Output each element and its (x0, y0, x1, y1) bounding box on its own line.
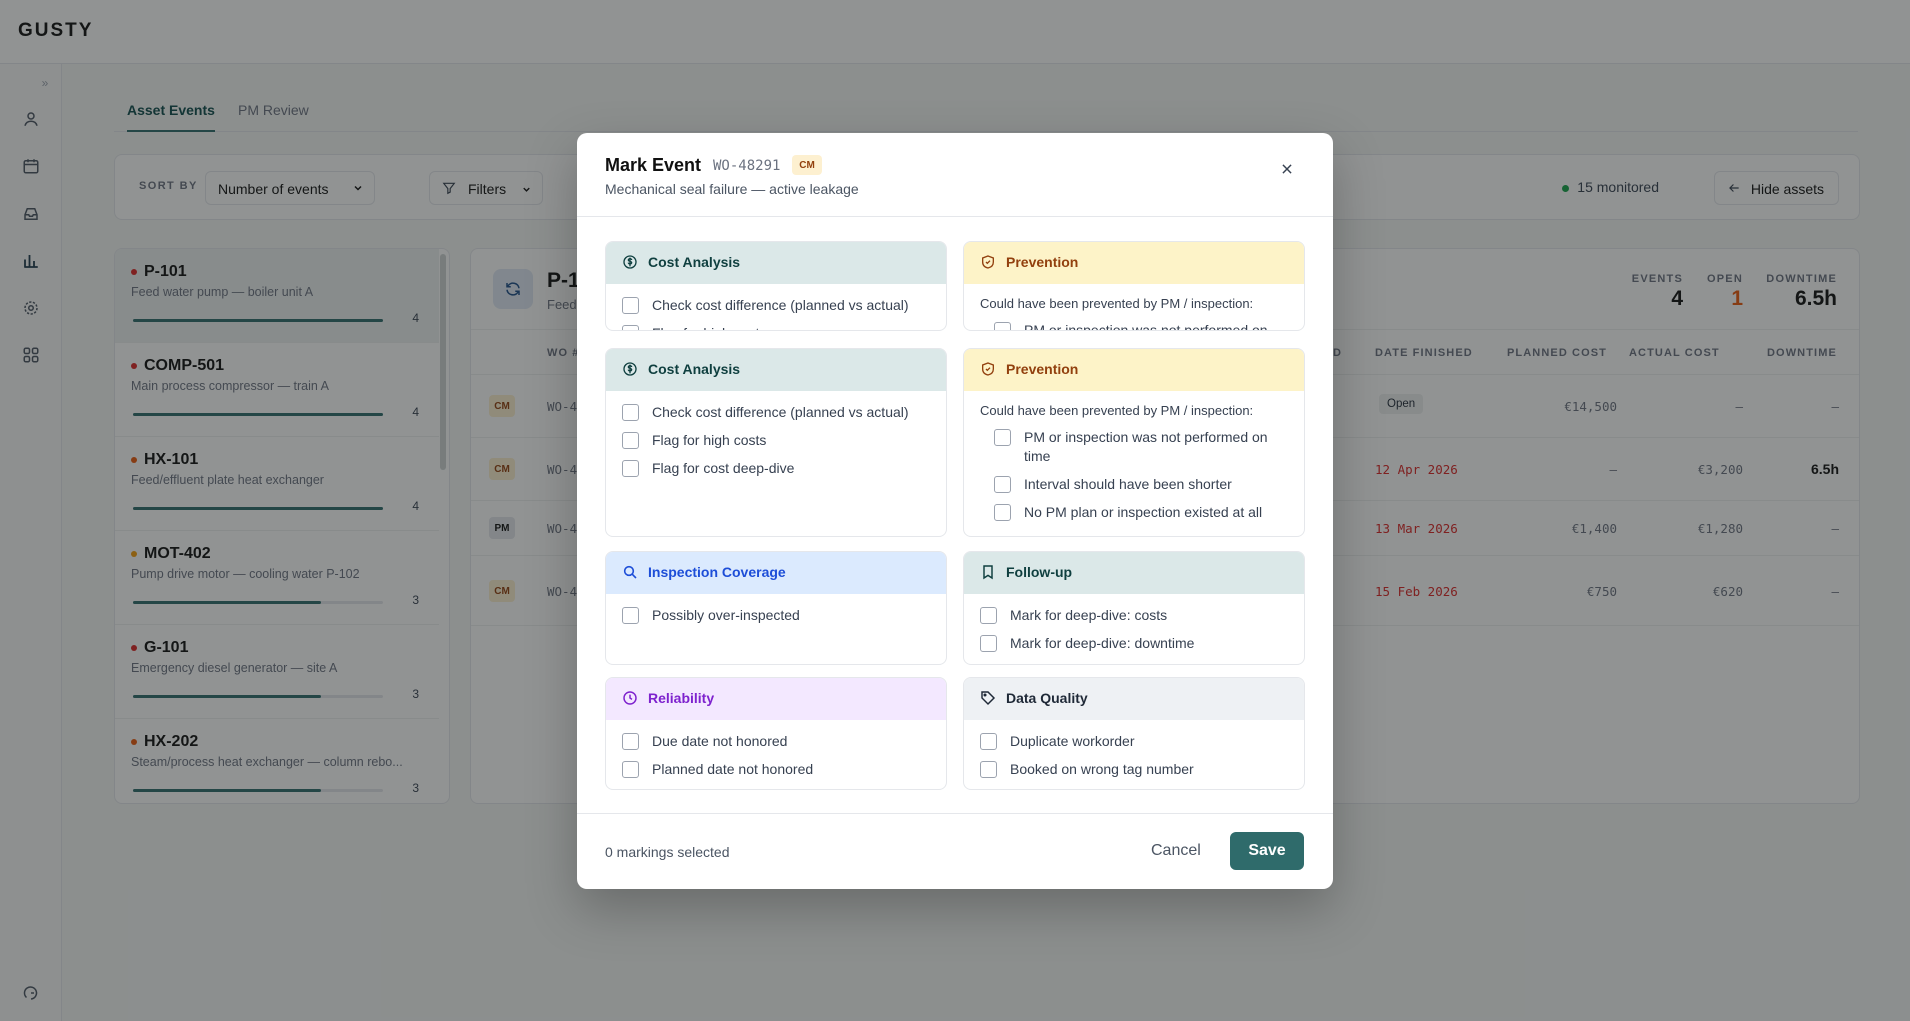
checkbox-due-date[interactable]: Due date not honored (622, 732, 930, 751)
mark-event-dialog: Mark Event WO-48291 CM Mechanical seal f… (577, 133, 1333, 889)
card-title: Prevention (1006, 254, 1079, 270)
checkbox-label: Check cost difference (planned vs actual… (652, 404, 909, 420)
dialog-header: Mark Event WO-48291 CM Mechanical seal f… (577, 133, 1333, 217)
checkbox-label: Flag for high costs (652, 325, 766, 330)
card-header: Data Quality (964, 678, 1304, 720)
checkbox-box (622, 325, 639, 330)
checkbox-box (994, 504, 1011, 521)
checkbox-label: Flag for cost deep-dive (652, 460, 795, 476)
checkbox-box (994, 476, 1011, 493)
checkbox-cost-difference[interactable]: Check cost difference (planned vs actual… (622, 403, 930, 422)
checkbox-label: Mark for deep-dive: costs (1010, 607, 1168, 623)
checkbox-box (994, 322, 1011, 330)
prevention-note: Could have been prevented by PM / inspec… (980, 296, 1254, 311)
checkbox-pm-not-performed[interactable]: PM or inspection was not performed on ti… (994, 321, 1288, 331)
checkbox-label: Booked on wrong tag number (1010, 761, 1194, 777)
card-header: Prevention (964, 242, 1304, 284)
prevention-card-clipped: Prevention Could have been prevented by … (963, 241, 1305, 331)
work-order-number: WO-48291 (713, 158, 781, 174)
dollar-icon (622, 361, 638, 377)
checkbox-over-inspected[interactable]: Possibly over-inspected (622, 606, 930, 625)
checkbox-deep-dive-costs[interactable]: Mark for deep-dive: costs (980, 606, 1288, 625)
shield-icon (980, 361, 996, 377)
checkbox-box (622, 761, 639, 778)
checkbox-planned-date[interactable]: Planned date not honored (622, 760, 930, 779)
close-icon[interactable] (1277, 159, 1297, 179)
card-title: Reliability (648, 690, 715, 706)
shield-icon (980, 254, 996, 270)
checkbox-box (622, 297, 639, 314)
checkbox-label: No PM plan or inspection existed at all (1024, 504, 1263, 520)
prevention-note: Could have been prevented by PM / inspec… (980, 403, 1254, 418)
selection-count: 0 markings selected (605, 844, 730, 860)
dialog-footer: 0 markings selected Cancel Save (577, 813, 1333, 889)
checkbox-label: Check cost difference (planned vs actual… (652, 297, 909, 313)
dialog-subtitle: Mechanical seal failure — active leakage (605, 181, 859, 197)
checkbox-box (622, 733, 639, 750)
checkbox-high-costs[interactable]: Flag for high costs (622, 431, 930, 450)
checkbox-wrong-tag[interactable]: Booked on wrong tag number (980, 760, 1288, 779)
checkbox-cost-difference[interactable]: Check cost difference (planned vs actual… (622, 296, 930, 315)
data-quality-card: Data Quality Duplicate workorder Booked … (963, 677, 1305, 790)
card-title: Follow-up (1006, 564, 1073, 580)
cancel-button[interactable]: Cancel (1151, 842, 1201, 860)
checkbox-cost-deep-dive[interactable]: Flag for cost deep-dive (622, 459, 930, 478)
checkbox-box (622, 460, 639, 477)
search-icon (622, 564, 638, 580)
card-title: Cost Analysis (648, 361, 741, 377)
checkbox-label: Planned date not honored (652, 761, 814, 777)
card-title: Data Quality (1006, 690, 1088, 706)
checkbox-label: Duplicate workorder (1010, 733, 1135, 749)
follow-up-card: Follow-up Mark for deep-dive: costs Mark… (963, 551, 1305, 665)
inspection-coverage-card: Inspection Coverage Possibly over-inspec… (605, 551, 947, 665)
checkbox-label: Mark for deep-dive: downtime (1010, 635, 1195, 651)
dialog-title: Mark Event (605, 155, 702, 175)
card-header: Cost Analysis (606, 242, 946, 284)
cost-analysis-card-clipped: Cost Analysis Check cost difference (pla… (605, 241, 947, 331)
card-header: Cost Analysis (606, 349, 946, 391)
cost-analysis-card: Cost Analysis Check cost difference (pla… (605, 348, 947, 537)
reliability-card: Reliability Due date not honored Planned… (605, 677, 947, 790)
card-header: Follow-up (964, 552, 1304, 594)
checkbox-label: Due date not honored (652, 733, 788, 749)
checkbox-pm-not-performed[interactable]: PM or inspection was not performed on ti… (994, 428, 1288, 466)
checkbox-interval-shorter[interactable]: Interval should have been shorter (994, 475, 1288, 494)
checkbox-box (980, 761, 997, 778)
bookmark-icon (980, 564, 996, 580)
checkbox-high-costs[interactable]: Flag for high costs (622, 324, 930, 330)
dollar-icon (622, 254, 638, 270)
checkbox-no-pm-plan[interactable]: No PM plan or inspection existed at all (994, 503, 1288, 522)
checkbox-deep-dive-downtime[interactable]: Mark for deep-dive: downtime (980, 634, 1288, 653)
clock-icon (622, 690, 638, 706)
checkbox-box (622, 607, 639, 624)
card-title: Cost Analysis (648, 254, 741, 270)
checkbox-box (622, 404, 639, 421)
checkbox-box (980, 607, 997, 624)
checkbox-label: Possibly over-inspected (652, 607, 800, 623)
checkbox-box (980, 635, 997, 652)
prevention-card: Prevention Could have been prevented by … (963, 348, 1305, 537)
checkbox-box (980, 733, 997, 750)
card-header: Prevention (964, 349, 1304, 391)
checkbox-box (622, 432, 639, 449)
checkbox-label: PM or inspection was not performed on ti… (1024, 429, 1268, 464)
type-badge: CM (792, 155, 822, 175)
card-header: Reliability (606, 678, 946, 720)
checkbox-label: Interval should have been shorter (1024, 476, 1232, 492)
checkbox-box (994, 429, 1011, 446)
checkbox-duplicate-workorder[interactable]: Duplicate workorder (980, 732, 1288, 751)
checkbox-label: PM or inspection was not performed on ti… (1024, 322, 1268, 331)
save-button[interactable]: Save (1230, 832, 1304, 870)
card-title: Inspection Coverage (648, 564, 786, 580)
tag-icon (980, 690, 996, 706)
card-title: Prevention (1006, 361, 1079, 377)
card-header: Inspection Coverage (606, 552, 946, 594)
checkbox-label: Flag for high costs (652, 432, 767, 448)
